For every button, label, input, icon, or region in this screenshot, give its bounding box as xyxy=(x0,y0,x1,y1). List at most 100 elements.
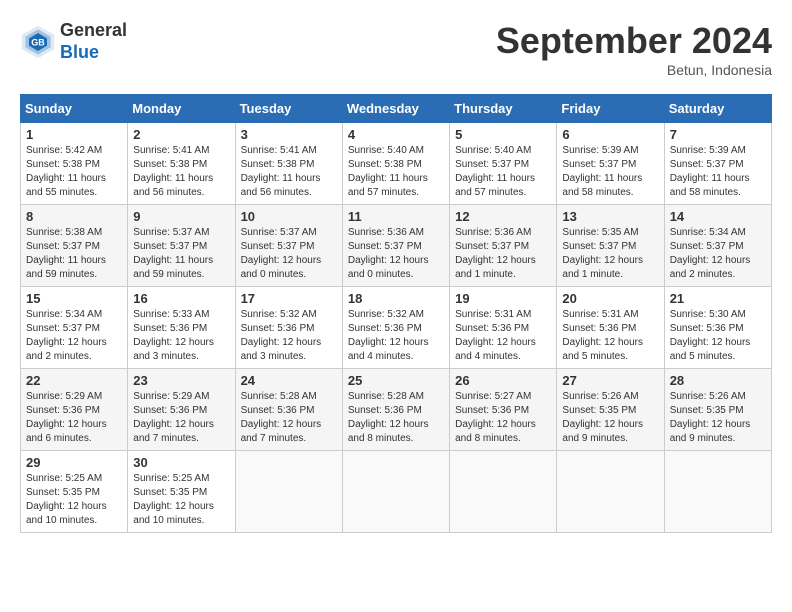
day-cell: 12 Sunrise: 5:36 AMSunset: 5:37 PMDaylig… xyxy=(450,205,557,287)
day-info: Sunrise: 5:28 AMSunset: 5:36 PMDaylight:… xyxy=(348,390,444,446)
day-info: Sunrise: 5:36 AMSunset: 5:37 PMDaylight:… xyxy=(348,226,444,282)
day-info: Sunrise: 5:27 AMSunset: 5:36 PMDaylight:… xyxy=(455,390,551,446)
logo: GB GeneralBlue xyxy=(20,20,127,63)
day-number: 11 xyxy=(348,209,444,224)
day-number: 28 xyxy=(670,373,766,388)
day-cell: 24 Sunrise: 5:28 AMSunset: 5:36 PMDaylig… xyxy=(235,369,342,451)
col-tuesday: Tuesday xyxy=(235,95,342,123)
day-info: Sunrise: 5:42 AMSunset: 5:38 PMDaylight:… xyxy=(26,144,122,200)
day-cell: 15 Sunrise: 5:34 AMSunset: 5:37 PMDaylig… xyxy=(21,287,128,369)
day-cell xyxy=(557,451,664,533)
day-number: 26 xyxy=(455,373,551,388)
day-number: 15 xyxy=(26,291,122,306)
day-cell xyxy=(664,451,771,533)
day-number: 8 xyxy=(26,209,122,224)
col-monday: Monday xyxy=(128,95,235,123)
day-info: Sunrise: 5:36 AMSunset: 5:37 PMDaylight:… xyxy=(455,226,551,282)
day-number: 9 xyxy=(133,209,229,224)
day-cell: 2 Sunrise: 5:41 AMSunset: 5:38 PMDayligh… xyxy=(128,123,235,205)
day-info: Sunrise: 5:25 AMSunset: 5:35 PMDaylight:… xyxy=(26,472,122,528)
day-info: Sunrise: 5:41 AMSunset: 5:38 PMDaylight:… xyxy=(241,144,337,200)
week-row-5: 29 Sunrise: 5:25 AMSunset: 5:35 PMDaylig… xyxy=(21,451,772,533)
day-cell: 8 Sunrise: 5:38 AMSunset: 5:37 PMDayligh… xyxy=(21,205,128,287)
col-friday: Friday xyxy=(557,95,664,123)
week-row-4: 22 Sunrise: 5:29 AMSunset: 5:36 PMDaylig… xyxy=(21,369,772,451)
day-cell: 27 Sunrise: 5:26 AMSunset: 5:35 PMDaylig… xyxy=(557,369,664,451)
day-number: 18 xyxy=(348,291,444,306)
location: Betun, Indonesia xyxy=(496,62,772,78)
day-info: Sunrise: 5:39 AMSunset: 5:37 PMDaylight:… xyxy=(562,144,658,200)
month-title: September 2024 xyxy=(496,20,772,62)
day-cell: 17 Sunrise: 5:32 AMSunset: 5:36 PMDaylig… xyxy=(235,287,342,369)
day-cell: 20 Sunrise: 5:31 AMSunset: 5:36 PMDaylig… xyxy=(557,287,664,369)
day-number: 7 xyxy=(670,127,766,142)
day-number: 17 xyxy=(241,291,337,306)
day-number: 4 xyxy=(348,127,444,142)
day-number: 30 xyxy=(133,455,229,470)
day-number: 13 xyxy=(562,209,658,224)
day-info: Sunrise: 5:31 AMSunset: 5:36 PMDaylight:… xyxy=(455,308,551,364)
day-info: Sunrise: 5:29 AMSunset: 5:36 PMDaylight:… xyxy=(26,390,122,446)
col-saturday: Saturday xyxy=(664,95,771,123)
logo-text: GeneralBlue xyxy=(60,20,127,63)
day-cell: 26 Sunrise: 5:27 AMSunset: 5:36 PMDaylig… xyxy=(450,369,557,451)
day-info: Sunrise: 5:34 AMSunset: 5:37 PMDaylight:… xyxy=(670,226,766,282)
day-cell xyxy=(342,451,449,533)
day-info: Sunrise: 5:40 AMSunset: 5:38 PMDaylight:… xyxy=(348,144,444,200)
day-info: Sunrise: 5:32 AMSunset: 5:36 PMDaylight:… xyxy=(241,308,337,364)
day-cell: 28 Sunrise: 5:26 AMSunset: 5:35 PMDaylig… xyxy=(664,369,771,451)
day-number: 16 xyxy=(133,291,229,306)
day-cell: 21 Sunrise: 5:30 AMSunset: 5:36 PMDaylig… xyxy=(664,287,771,369)
day-cell: 4 Sunrise: 5:40 AMSunset: 5:38 PMDayligh… xyxy=(342,123,449,205)
day-info: Sunrise: 5:33 AMSunset: 5:36 PMDaylight:… xyxy=(133,308,229,364)
day-number: 6 xyxy=(562,127,658,142)
day-cell: 30 Sunrise: 5:25 AMSunset: 5:35 PMDaylig… xyxy=(128,451,235,533)
day-info: Sunrise: 5:38 AMSunset: 5:37 PMDaylight:… xyxy=(26,226,122,282)
day-cell: 23 Sunrise: 5:29 AMSunset: 5:36 PMDaylig… xyxy=(128,369,235,451)
col-wednesday: Wednesday xyxy=(342,95,449,123)
day-info: Sunrise: 5:35 AMSunset: 5:37 PMDaylight:… xyxy=(562,226,658,282)
day-number: 10 xyxy=(241,209,337,224)
day-info: Sunrise: 5:34 AMSunset: 5:37 PMDaylight:… xyxy=(26,308,122,364)
day-cell: 25 Sunrise: 5:28 AMSunset: 5:36 PMDaylig… xyxy=(342,369,449,451)
day-number: 23 xyxy=(133,373,229,388)
day-info: Sunrise: 5:40 AMSunset: 5:37 PMDaylight:… xyxy=(455,144,551,200)
day-cell: 13 Sunrise: 5:35 AMSunset: 5:37 PMDaylig… xyxy=(557,205,664,287)
day-number: 5 xyxy=(455,127,551,142)
col-sunday: Sunday xyxy=(21,95,128,123)
day-info: Sunrise: 5:32 AMSunset: 5:36 PMDaylight:… xyxy=(348,308,444,364)
col-thursday: Thursday xyxy=(450,95,557,123)
day-cell: 19 Sunrise: 5:31 AMSunset: 5:36 PMDaylig… xyxy=(450,287,557,369)
day-info: Sunrise: 5:26 AMSunset: 5:35 PMDaylight:… xyxy=(562,390,658,446)
day-number: 3 xyxy=(241,127,337,142)
day-number: 22 xyxy=(26,373,122,388)
week-row-3: 15 Sunrise: 5:34 AMSunset: 5:37 PMDaylig… xyxy=(21,287,772,369)
day-number: 1 xyxy=(26,127,122,142)
day-cell: 1 Sunrise: 5:42 AMSunset: 5:38 PMDayligh… xyxy=(21,123,128,205)
day-cell: 14 Sunrise: 5:34 AMSunset: 5:37 PMDaylig… xyxy=(664,205,771,287)
day-cell: 6 Sunrise: 5:39 AMSunset: 5:37 PMDayligh… xyxy=(557,123,664,205)
day-number: 20 xyxy=(562,291,658,306)
day-info: Sunrise: 5:41 AMSunset: 5:38 PMDaylight:… xyxy=(133,144,229,200)
day-cell xyxy=(235,451,342,533)
day-number: 12 xyxy=(455,209,551,224)
day-number: 25 xyxy=(348,373,444,388)
day-cell xyxy=(450,451,557,533)
day-info: Sunrise: 5:30 AMSunset: 5:36 PMDaylight:… xyxy=(670,308,766,364)
day-cell: 18 Sunrise: 5:32 AMSunset: 5:36 PMDaylig… xyxy=(342,287,449,369)
calendar-table: Sunday Monday Tuesday Wednesday Thursday… xyxy=(20,94,772,533)
day-cell: 29 Sunrise: 5:25 AMSunset: 5:35 PMDaylig… xyxy=(21,451,128,533)
week-row-1: 1 Sunrise: 5:42 AMSunset: 5:38 PMDayligh… xyxy=(21,123,772,205)
day-cell: 16 Sunrise: 5:33 AMSunset: 5:36 PMDaylig… xyxy=(128,287,235,369)
svg-text:GB: GB xyxy=(31,37,45,47)
day-info: Sunrise: 5:25 AMSunset: 5:35 PMDaylight:… xyxy=(133,472,229,528)
day-number: 14 xyxy=(670,209,766,224)
title-block: September 2024 Betun, Indonesia xyxy=(496,20,772,78)
day-cell: 3 Sunrise: 5:41 AMSunset: 5:38 PMDayligh… xyxy=(235,123,342,205)
day-cell: 9 Sunrise: 5:37 AMSunset: 5:37 PMDayligh… xyxy=(128,205,235,287)
day-cell: 10 Sunrise: 5:37 AMSunset: 5:37 PMDaylig… xyxy=(235,205,342,287)
page-header: GB GeneralBlue September 2024 Betun, Ind… xyxy=(20,20,772,78)
day-number: 19 xyxy=(455,291,551,306)
day-number: 27 xyxy=(562,373,658,388)
day-number: 29 xyxy=(26,455,122,470)
